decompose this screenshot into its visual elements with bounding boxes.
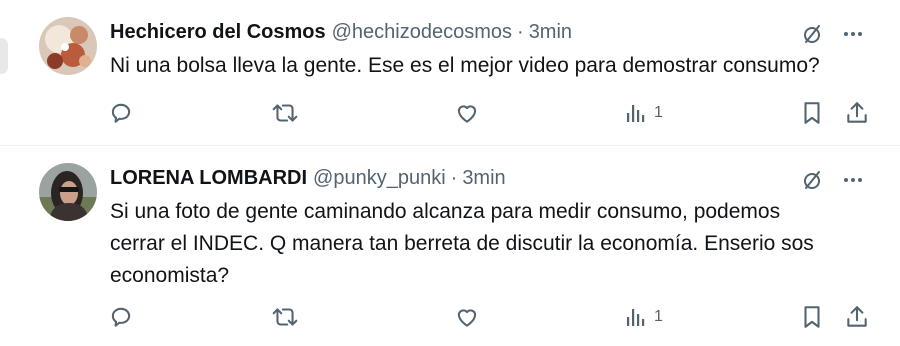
separator-dot: · [450,166,458,189]
tweet-header: LORENA LOMBARDI @punky_punki · 3min [110,163,506,193]
tweet-text-line: economista? [110,264,230,287]
views-count: 1 [654,104,663,121]
bookmark-icon[interactable] [800,100,824,126]
tweet-text: Si una foto de gente caminando alcanza p… [110,196,870,292]
like-button[interactable] [454,302,480,332]
tweet-top-icons [800,165,864,195]
retweet-icon[interactable] [271,100,299,126]
tweet-header: Hechicero del Cosmos @hechizodecosmos · … [110,17,572,47]
tweet-text-line: Si una foto de gente caminando alcanza p… [110,200,781,223]
user-handle[interactable]: @punky_punki [313,167,446,190]
tweet-top-icons [800,19,864,49]
share-button[interactable] [845,302,869,332]
views-icon[interactable] [624,305,648,329]
retweet-button[interactable] [271,302,299,332]
tweet-text-line: Ni una bolsa lleva la gente. Ese es el m… [110,54,820,77]
timestamp[interactable]: 3min [462,167,505,190]
views-button[interactable]: 1 [624,98,663,128]
share-button[interactable] [845,98,869,128]
reply-button[interactable] [108,302,134,332]
tweet-text: Ni una bolsa lleva la gente. Ese es el m… [110,50,870,82]
tweet[interactable]: Hechicero del Cosmos @hechizodecosmos · … [0,0,900,145]
user-handle[interactable]: @hechizodecosmos [332,21,512,44]
grok-icon[interactable] [800,168,824,192]
grok-icon[interactable] [800,22,824,46]
retweet-icon[interactable] [271,304,299,330]
bookmark-icon[interactable] [800,304,824,330]
like-button[interactable] [454,98,480,128]
bookmark-button[interactable] [800,98,824,128]
display-name[interactable]: LORENA LOMBARDI [110,167,307,190]
timestamp[interactable]: 3min [529,21,572,44]
reply-icon[interactable] [108,100,134,126]
views-icon[interactable] [624,101,648,125]
reply-icon[interactable] [108,304,134,330]
tweet[interactable]: LORENA LOMBARDI @punky_punki · 3min Si u… [0,146,900,346]
views-button[interactable]: 1 [624,302,663,332]
share-icon[interactable] [845,100,869,126]
avatar[interactable] [39,17,97,75]
display-name[interactable]: Hechicero del Cosmos [110,21,326,44]
more-options-icon[interactable] [842,169,864,191]
heart-icon[interactable] [454,304,480,330]
tweet-actions: 1 [108,98,868,128]
share-icon[interactable] [845,304,869,330]
avatar[interactable] [39,163,97,221]
tweet-text-line: cerrar el INDEC. Q manera tan berreta de… [110,232,814,255]
more-options-icon[interactable] [842,23,864,45]
views-count: 1 [654,308,663,325]
heart-icon[interactable] [454,100,480,126]
retweet-button[interactable] [271,98,299,128]
bookmark-button[interactable] [800,302,824,332]
tweet-actions: 1 [108,302,868,332]
separator-dot: · [517,20,524,43]
reply-button[interactable] [108,98,134,128]
